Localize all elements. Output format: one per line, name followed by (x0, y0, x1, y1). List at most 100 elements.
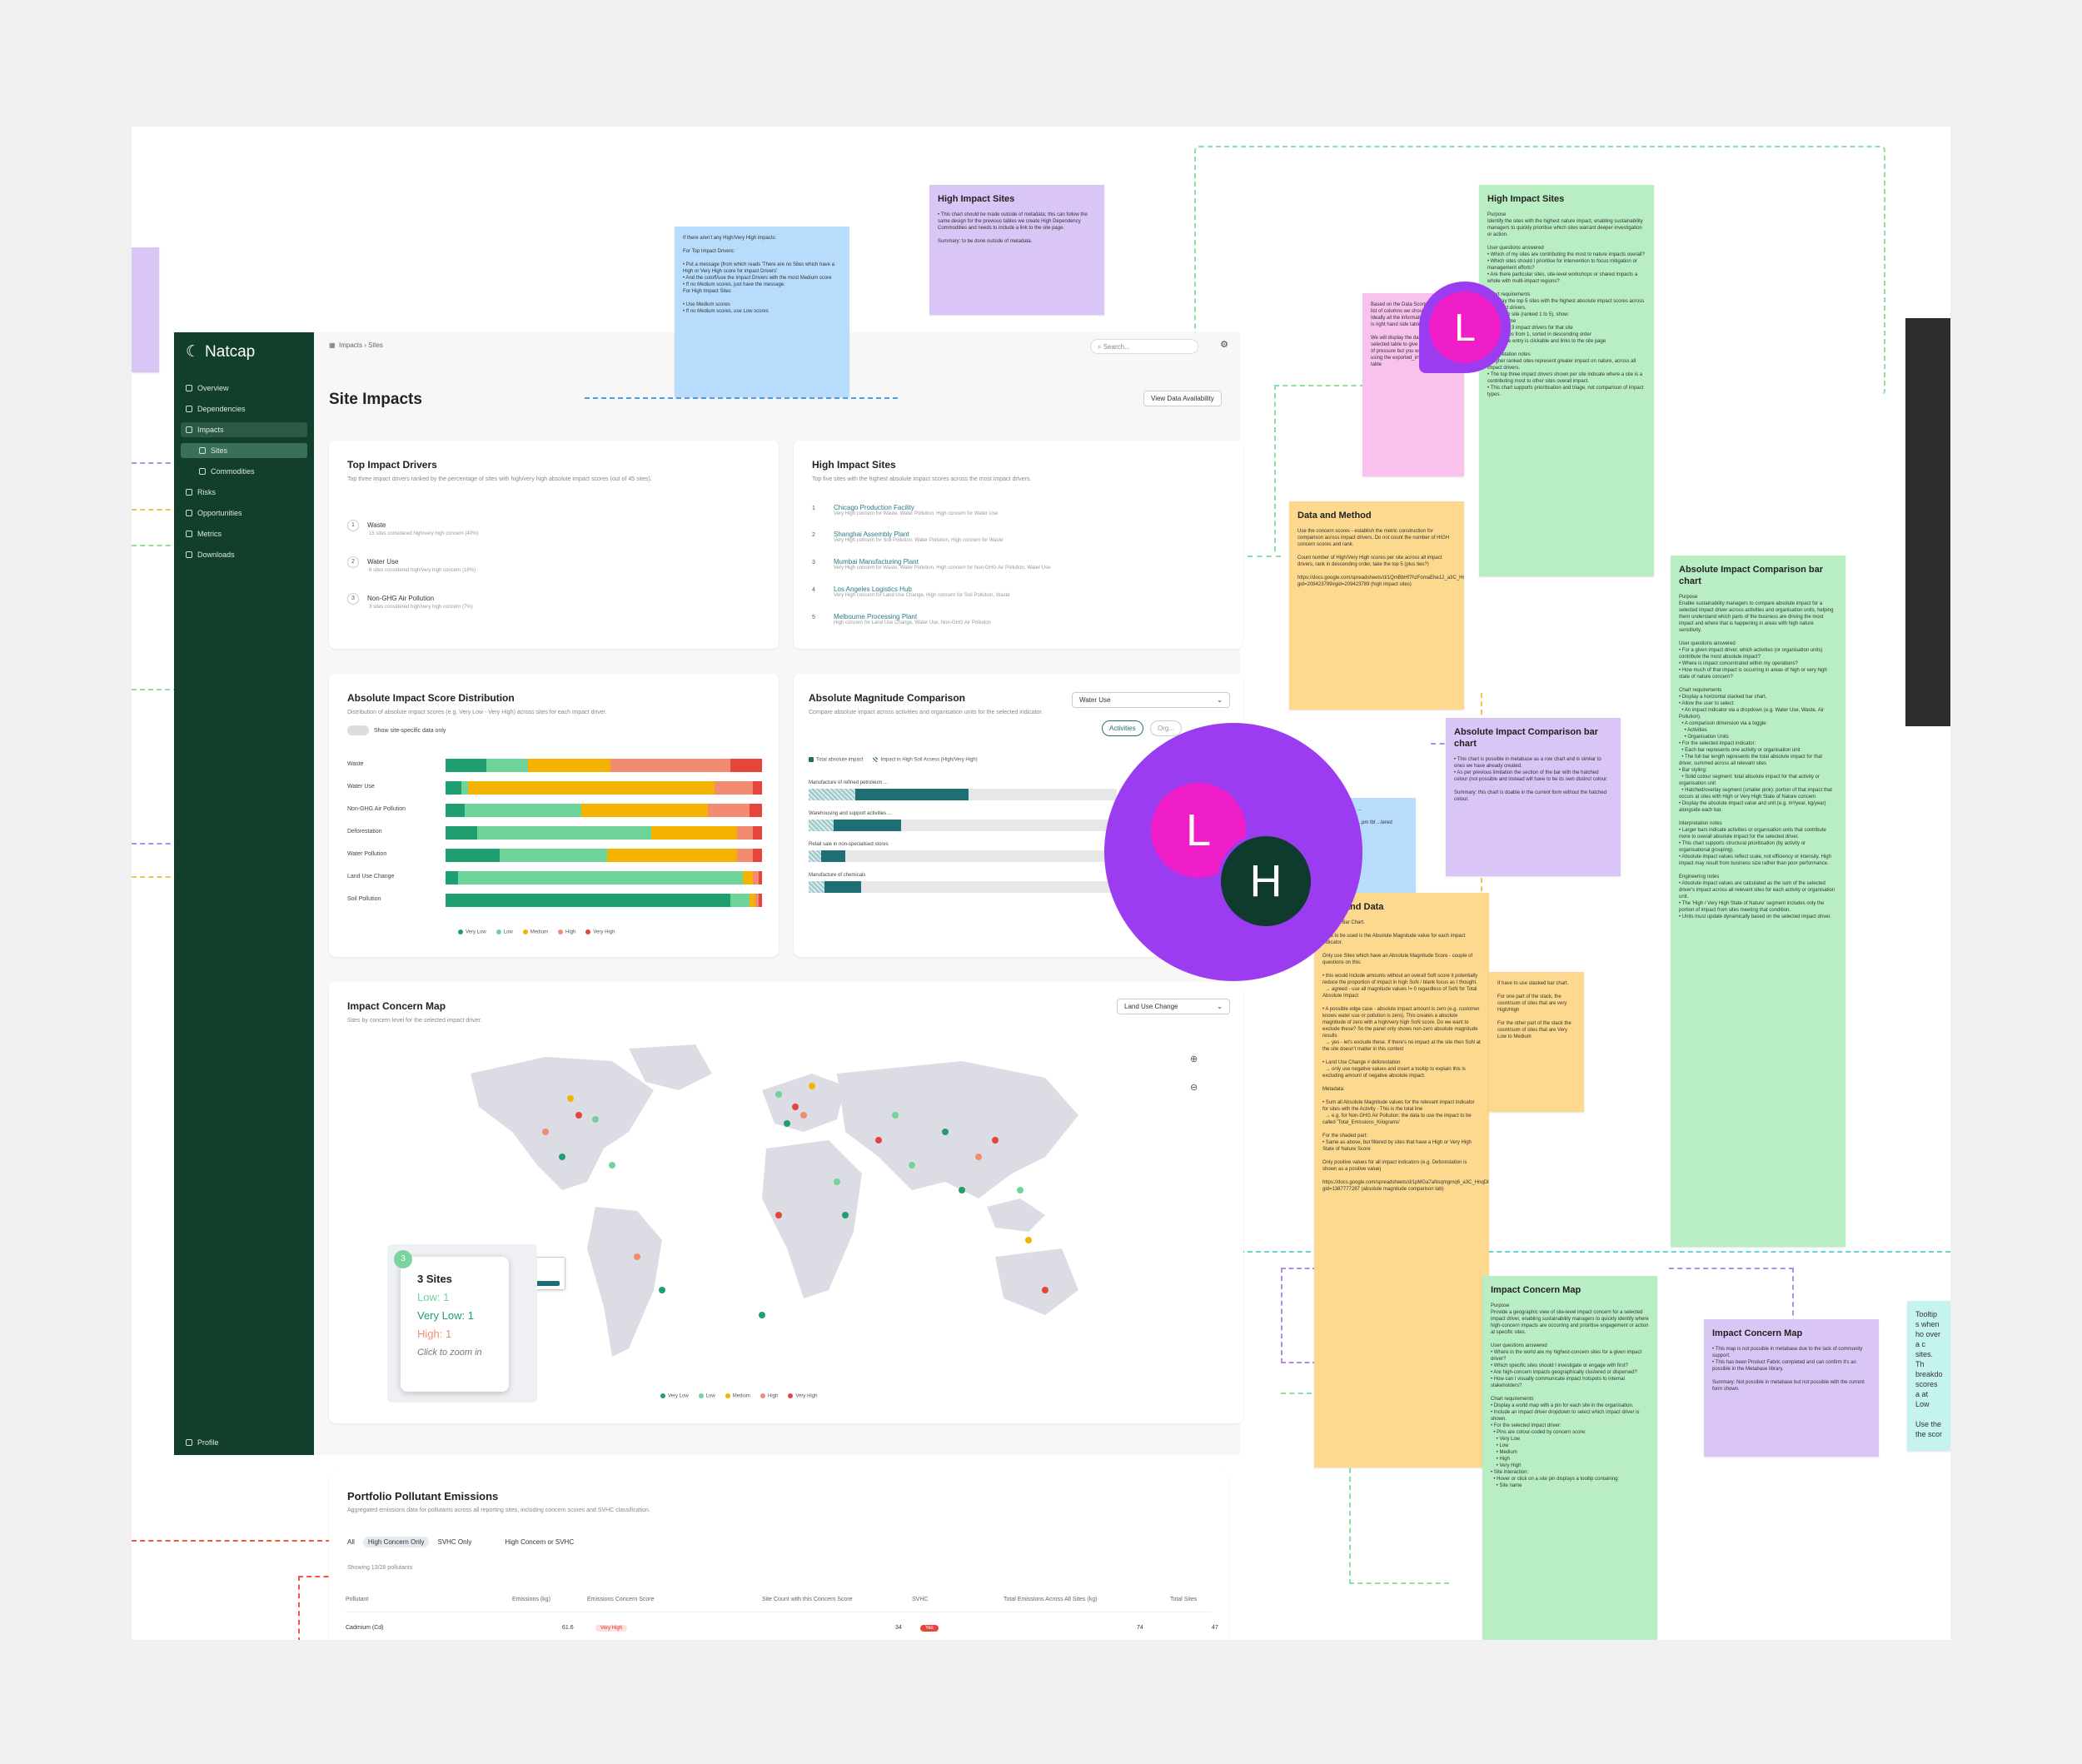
site-pin[interactable] (942, 1129, 949, 1135)
site-pin[interactable] (1042, 1287, 1048, 1293)
sticky-note-edge[interactable] (132, 247, 159, 372)
stacked-bar[interactable] (446, 826, 762, 840)
nav-sites[interactable]: Sites (181, 443, 307, 458)
site-pin[interactable] (634, 1253, 640, 1260)
nav-dependencies[interactable]: Dependencies (181, 401, 307, 416)
stacked-bar[interactable] (446, 804, 762, 817)
stacked-bar[interactable] (446, 849, 762, 862)
collaborator-cursor-avatar[interactable]: L (1419, 282, 1511, 373)
sticky-note[interactable]: Data and DataStacked Bar Chart. Data to … (1314, 893, 1489, 1468)
site-pin[interactable] (592, 1116, 599, 1123)
stacked-bar[interactable] (446, 759, 762, 772)
tab-activities[interactable]: Activities (1102, 720, 1143, 736)
filter-high-concern[interactable]: High Concern Only (362, 1537, 430, 1547)
sticky-note[interactable]: Impact Concern Map • This map is not poss… (1704, 1319, 1879, 1457)
site-pin[interactable] (800, 1112, 807, 1119)
site-link[interactable]: 1 Chicago Production Facility Very High co… (812, 504, 998, 516)
site-pin[interactable] (992, 1137, 999, 1144)
filter-svhc[interactable]: SVHC Only (437, 1538, 471, 1546)
site-pin[interactable] (775, 1212, 782, 1218)
bar-label: Retail sale in non-specialised stores (809, 842, 889, 847)
stacked-bar[interactable] (446, 894, 762, 907)
magnitude-bar[interactable] (809, 820, 1117, 831)
sticky-note[interactable]: High Impact Sites • This chart should be … (929, 185, 1104, 315)
sticky-note[interactable]: High Impact Sites Purpose Identify the si… (1479, 185, 1654, 576)
sticky-note[interactable]: Data and Method Use the concern scores - … (1289, 501, 1464, 710)
bar-segment (458, 871, 744, 884)
site-pin[interactable] (1017, 1187, 1024, 1193)
site-pin[interactable] (1025, 1237, 1032, 1243)
magnitude-bar[interactable] (809, 850, 1117, 862)
site-pin[interactable] (792, 1104, 799, 1110)
sticky-note[interactable]: Absolute Impact Comparison bar chart • Th… (1446, 718, 1621, 876)
whiteboard-canvas[interactable]: ☾ Natcap Overview Dependencies Impacts Si… (132, 127, 1950, 1640)
zoom-out-icon[interactable]: ⊖ (1190, 1082, 1198, 1093)
filter-high-or-svhc[interactable]: High Concern or SVHC (505, 1538, 574, 1546)
site-pin[interactable] (959, 1187, 965, 1193)
nav-metrics[interactable]: Metrics (181, 526, 307, 541)
zoom-in-icon[interactable]: ⊕ (1190, 1054, 1198, 1064)
column-header[interactable]: Emissions (kg) (512, 1597, 550, 1602)
nav-opportunities[interactable]: Opportunities (181, 506, 307, 521)
site-pin[interactable] (892, 1112, 899, 1119)
impact-driver-select[interactable]: Land Use Change ⌄ (1117, 999, 1230, 1014)
site-pin[interactable] (542, 1129, 549, 1135)
search-input[interactable]: ⌕ Search... (1090, 339, 1198, 354)
site-pin[interactable] (975, 1154, 982, 1160)
column-header[interactable]: Total Sites (1170, 1597, 1197, 1602)
bar-segment (743, 871, 753, 884)
site-link[interactable]: 2 Shanghai Assembly Plant Very High concer… (812, 531, 1004, 543)
site-link[interactable]: 3 Mumbai Manufacturing Plant Very High con… (812, 558, 1050, 571)
indicator-select[interactable]: Water Use ⌄ (1072, 692, 1230, 708)
settings-icon[interactable]: ⚙ (1220, 339, 1228, 350)
site-pin[interactable] (909, 1162, 915, 1169)
world-map[interactable] (446, 1040, 1145, 1382)
nav-downloads[interactable]: Downloads (181, 547, 307, 562)
grid-icon[interactable]: ▦ (329, 341, 336, 349)
column-header[interactable]: Total Emissions Across All Sites (kg) (1004, 1597, 1097, 1602)
toggle-switch[interactable] (347, 725, 369, 735)
sticky-note[interactable]: Impact Concern Map Purpose Provide a geog… (1482, 1276, 1657, 1640)
site-pin[interactable] (775, 1091, 782, 1098)
connector-line (585, 397, 898, 414)
magnitude-bar[interactable] (809, 881, 1117, 893)
view-data-availability-button[interactable]: View Data Availability (1143, 391, 1222, 406)
card-title: Absolute Impact Score Distribution (347, 692, 515, 704)
nav-commodities[interactable]: Commodities (181, 464, 307, 479)
nav-profile[interactable]: Profile (181, 1435, 307, 1450)
site-pin[interactable] (842, 1212, 849, 1218)
magnitude-bar[interactable] (809, 789, 1117, 800)
stacked-bar[interactable] (446, 871, 762, 884)
column-header[interactable]: Pollutant (346, 1597, 368, 1602)
cluster-popup[interactable]: 3 3 Sites Low: 1 Very Low: 1 High: 1 Cli… (394, 1250, 509, 1392)
site-pin[interactable] (834, 1178, 840, 1185)
collaborators-avatar-group[interactable]: L H (1104, 723, 1362, 981)
site-pin[interactable] (567, 1095, 574, 1102)
filter-all[interactable]: All (347, 1538, 355, 1546)
sticky-note[interactable]: If there aren't any High/Very High impac… (675, 227, 849, 397)
site-link[interactable]: 4 Los Angeles Logistics Hub Very High conc… (812, 586, 1010, 598)
site-pin[interactable] (875, 1137, 882, 1144)
bar-segment (467, 781, 715, 795)
site-specific-toggle[interactable]: Show site-specific data only (347, 725, 446, 735)
column-header[interactable]: Emissions Concern Score (587, 1597, 655, 1602)
nav-risks[interactable]: Risks (181, 485, 307, 500)
nav-impacts[interactable]: Impacts (181, 422, 307, 437)
nav-overview[interactable]: Overview (181, 381, 307, 396)
site-pin[interactable] (659, 1287, 665, 1293)
site-link[interactable]: 5 Melbourne Processing Plant High concern … (812, 613, 991, 625)
column-header[interactable]: Site Count with this Concern Score (762, 1597, 853, 1602)
sticky-note[interactable]: Absolute Impact Comparison bar chart Purp… (1671, 556, 1845, 1247)
legend-item: Medium (725, 1393, 750, 1399)
site-pin[interactable] (809, 1083, 815, 1089)
sticky-note[interactable]: If have to use stacked bar chart. For on… (1489, 972, 1584, 1112)
tab-org-units[interactable]: Org... (1150, 720, 1183, 736)
site-pin[interactable] (575, 1112, 582, 1119)
stacked-bar[interactable] (446, 781, 762, 795)
site-pin[interactable] (759, 1312, 765, 1318)
column-header[interactable]: SVHC (912, 1597, 928, 1602)
sticky-note[interactable]: Tooltip s when ho over a c sites. Th bre… (1907, 1301, 1950, 1451)
site-pin[interactable] (609, 1162, 615, 1169)
site-pin[interactable] (559, 1154, 565, 1160)
site-pin[interactable] (784, 1120, 790, 1127)
